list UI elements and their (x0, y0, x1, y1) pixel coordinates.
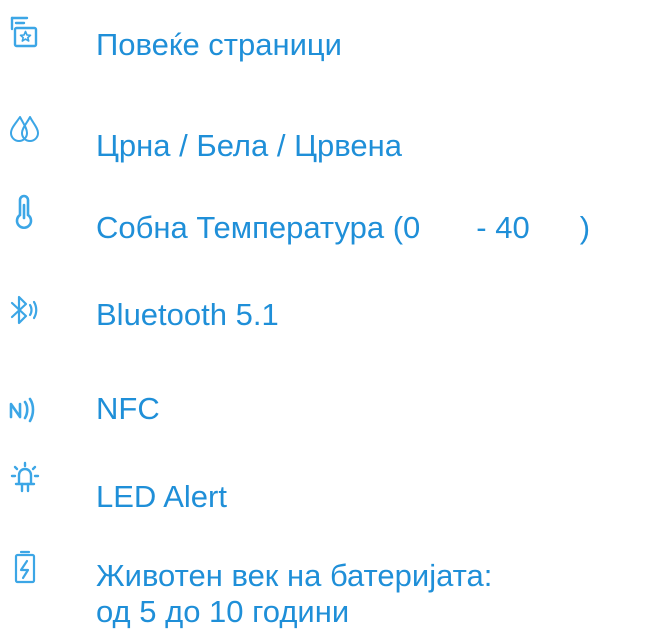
color-drops-icon (8, 113, 42, 147)
feature-label: NFC (96, 391, 160, 426)
temperature-range-close: ) (579, 210, 591, 245)
feature-label: Животен век на батеријата: од 5 до 10 го… (96, 558, 492, 630)
nfc-icon (8, 391, 42, 425)
feature-label: Повеќе страници (96, 27, 342, 62)
temperature-range-start: Собна Температура (0 (96, 210, 421, 245)
battery-icon (8, 550, 42, 584)
multi-page-icon (8, 15, 42, 49)
bluetooth-icon (8, 293, 42, 327)
led-alert-icon (8, 461, 42, 495)
battery-life-line-2: од 5 до 10 години (96, 594, 350, 629)
feature-label: Собна Температура (0 - 40) (96, 210, 590, 246)
thermometer-icon (8, 194, 42, 230)
temperature-range-end: - 40 (476, 210, 530, 245)
feature-label: Bluetooth 5.1 (96, 297, 279, 332)
feature-label: Црна / Бела / Црвена (96, 128, 402, 163)
battery-life-line-1: Животен век на батеријата: (96, 558, 493, 593)
feature-label: LED Alert (96, 479, 227, 514)
